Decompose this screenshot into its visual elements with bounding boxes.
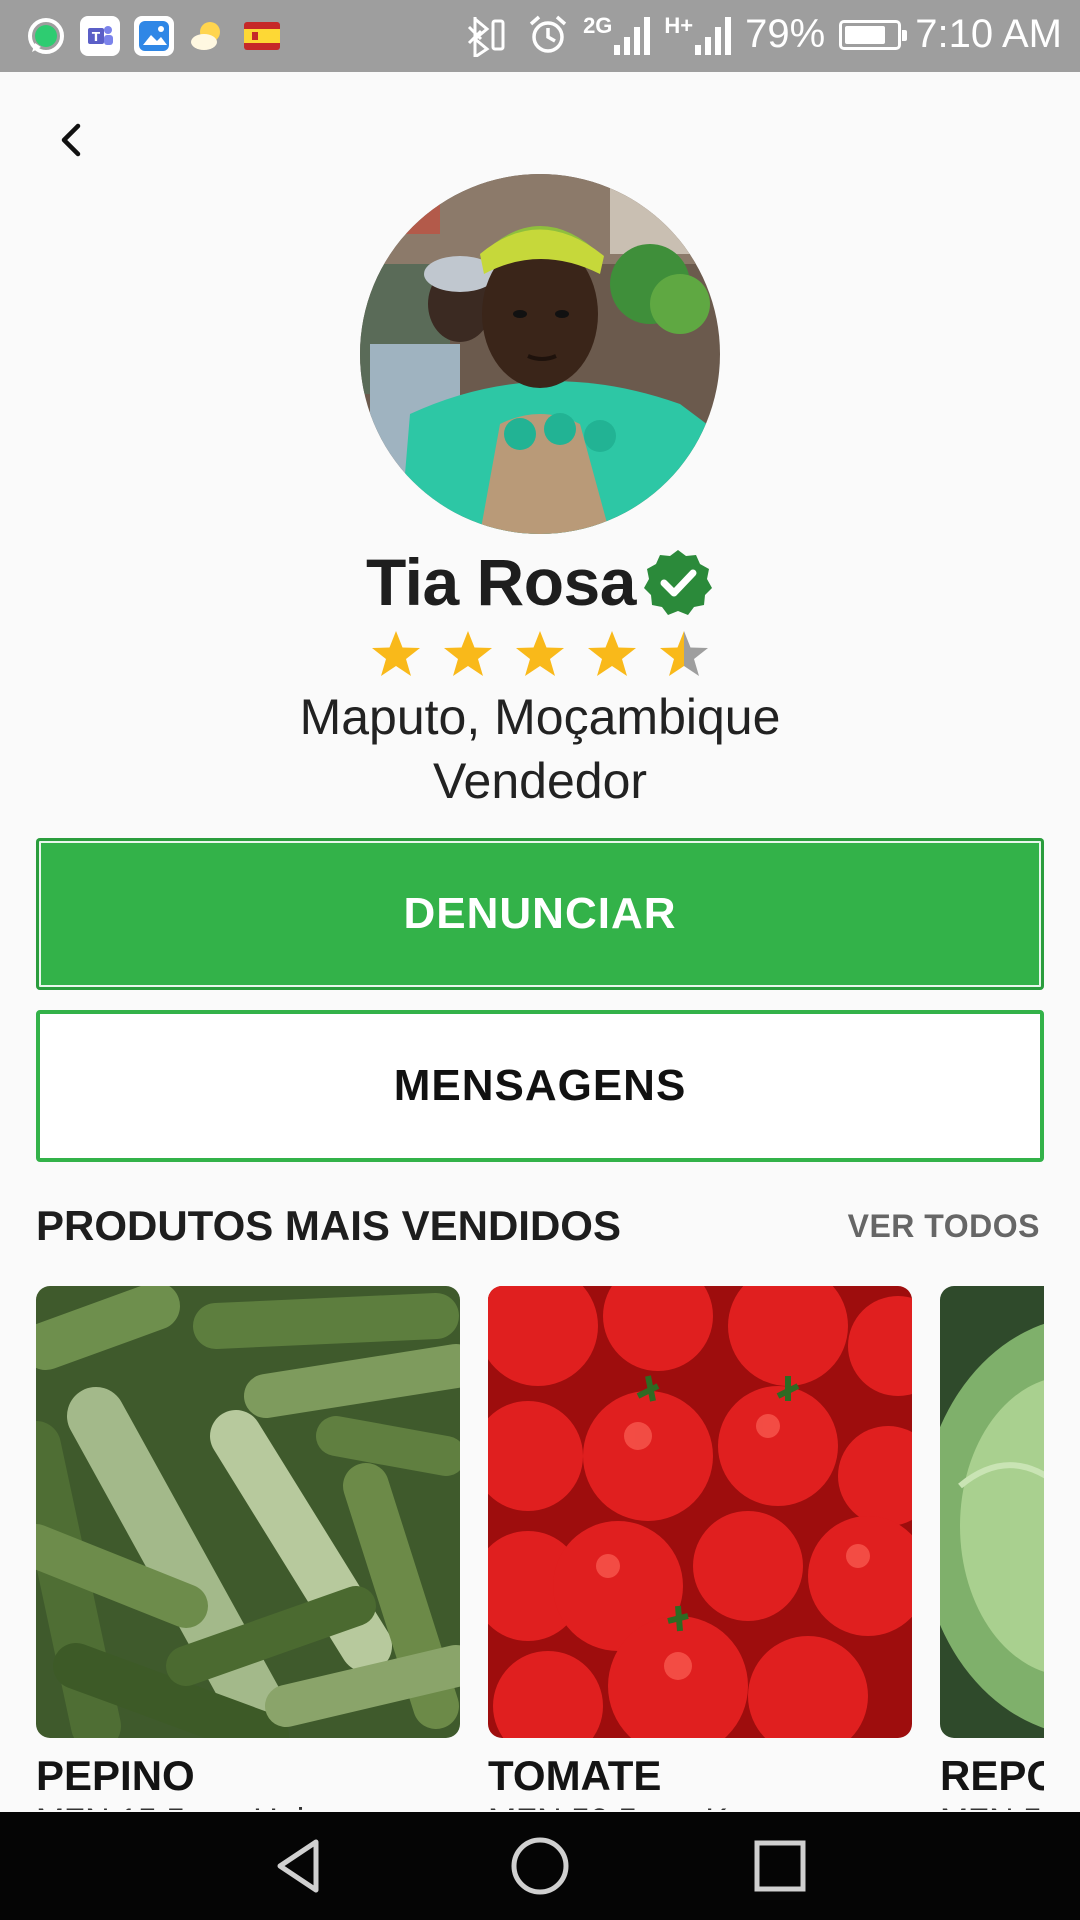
star-icon: [372, 631, 420, 676]
battery-icon: [839, 19, 908, 50]
product-card-cucumber[interactable]: PEPINO MZN 15.5 por Uni: [36, 1286, 460, 1810]
report-button[interactable]: DENUNCIAR: [36, 838, 1044, 990]
signal-bars-icon-2: [695, 16, 732, 55]
signal-hplus: H+: [664, 12, 732, 55]
battery-level: [845, 25, 885, 44]
alarm-icon: [529, 15, 567, 53]
network-type-label: 2G: [583, 12, 613, 38]
product-name: REPOLHO: [940, 1752, 1044, 1799]
product-card-tomato[interactable]: TOMATE MZN 50.5 por Kg: [488, 1286, 912, 1810]
star-icon: [444, 631, 492, 676]
system-nav-bar: [0, 1812, 1080, 1920]
product-image-cabbage: [940, 1286, 1044, 1738]
star-icon: [516, 631, 564, 676]
star-icon: [588, 631, 636, 676]
products-carousel[interactable]: PEPINO MZN 15.5 por Uni: [36, 1286, 1044, 1810]
product-name: TOMATE: [488, 1752, 662, 1799]
profile-role: Vendedor: [432, 753, 648, 809]
messages-button[interactable]: MENSAGENS: [36, 1010, 1044, 1162]
svg-text:T: T: [92, 30, 101, 44]
profile-name: Tia Rosa: [366, 545, 636, 619]
star-icon: [660, 631, 708, 676]
product-name: PEPINO: [36, 1752, 195, 1799]
avatar: [360, 174, 720, 534]
nav-recents-icon[interactable]: [748, 1834, 812, 1898]
clock: 7:10 AM: [915, 12, 1062, 56]
product-card-cabbage[interactable]: REPOLHO MZN 5: [940, 1286, 1044, 1810]
bluetooth-vibrate-icon: [468, 16, 505, 57]
nav-home-icon[interactable]: [508, 1834, 572, 1898]
network-type-label-2: H+: [664, 12, 694, 38]
verified-badge-icon: [643, 550, 712, 615]
gallery-icon: [134, 16, 174, 56]
product-image-cucumber: [36, 1286, 460, 1738]
teams-icon: T: [80, 16, 120, 56]
star-rating: [0, 628, 1080, 682]
product-price: MZN 15.5 por Uni: [36, 1802, 460, 1810]
back-button[interactable]: [44, 112, 100, 168]
section-title: PRODUTOS MAIS VENDIDOS: [36, 1202, 621, 1249]
chevron-left-icon: [61, 123, 81, 157]
product-price: MZN 50.5 por Kg: [488, 1802, 912, 1810]
battery-percent: 79%: [745, 12, 826, 56]
status-bar: T 2G H+ 79% 7:10 AM: [0, 0, 1080, 72]
spain-flag-icon: [242, 16, 282, 56]
profile-name-row: Tia Rosa: [0, 544, 1080, 620]
notification-icons: T: [26, 16, 282, 56]
system-indicators: 2G H+ 79% 7:10 AM: [463, 12, 1062, 57]
nav-back-icon[interactable]: [268, 1834, 332, 1898]
whatsapp-icon: [26, 16, 66, 56]
signal-bars-icon: [614, 16, 651, 55]
signal-2g: 2G: [583, 12, 651, 55]
weather-icon: [188, 16, 228, 56]
product-price: MZN 5: [940, 1802, 1044, 1810]
product-image-tomato: [488, 1286, 912, 1738]
see-all-link[interactable]: VER TODOS: [848, 1208, 1040, 1245]
profile-location: Maputo, Moçambique: [299, 689, 781, 745]
